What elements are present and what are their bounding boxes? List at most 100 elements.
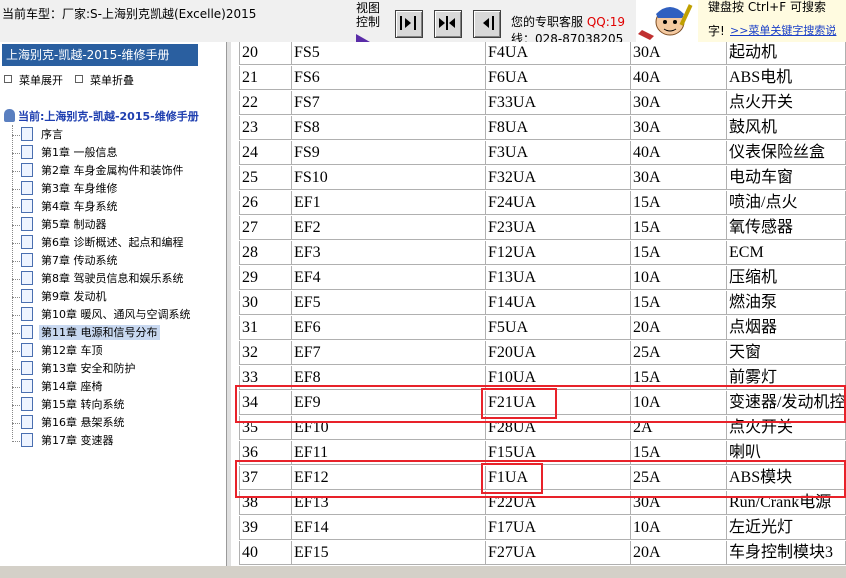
table-row: 32 EF7 F20UA 25A 天窗: [231, 341, 846, 366]
view-control-label[interactable]: 视图控制: [356, 1, 382, 29]
book-icon: [4, 109, 15, 122]
row-number-cell: 26: [239, 191, 292, 215]
status-bar: [0, 566, 846, 578]
circuit-name-cell: 鼓风机: [727, 116, 846, 140]
fuse-code-cell: F6UA: [486, 66, 631, 90]
fuse-id-cell: FS6: [292, 66, 486, 90]
tree-root[interactable]: 当前:上海别克-凯越-2015-维修手册: [4, 108, 199, 124]
fuse-id-cell: FS7: [292, 91, 486, 115]
tree-branch: [12, 206, 20, 208]
customer-service-label: 您的专职客服 QQ:19: [511, 13, 625, 30]
row-number-cell: 28: [239, 241, 292, 265]
document-icon: [21, 307, 33, 321]
chapter-item[interactable]: 第8章 驾驶员信息和娱乐系统: [12, 270, 186, 288]
chapter-item[interactable]: 第14章 座椅: [12, 378, 105, 396]
table-row: 30 EF5 F14UA 15A 燃油泵: [231, 291, 846, 316]
chapter-label: 第7章 传动系统: [41, 254, 118, 267]
amperage-cell: 10A: [631, 266, 727, 290]
table-row: 24 FS9 F3UA 40A 仪表保险丝盒: [231, 141, 846, 166]
fuse-id-cell: FS10: [292, 166, 486, 190]
document-icon: [21, 343, 33, 357]
view-control-arrow-icon[interactable]: [356, 34, 370, 42]
expand-menu-button[interactable]: 菜单展开: [4, 72, 63, 88]
document-icon: [21, 415, 33, 429]
tree-branch: [12, 440, 20, 442]
document-icon: [21, 235, 33, 249]
fuse-code-cell: F23UA: [486, 216, 631, 240]
fuse-code-highlight-box: [481, 463, 543, 494]
chapter-item[interactable]: 序言: [12, 126, 65, 144]
tree-branch: [12, 278, 20, 280]
tree-branch: [12, 170, 20, 172]
chapter-item[interactable]: 第17章 变速器: [12, 432, 116, 450]
row-number-cell: 40: [239, 541, 292, 565]
fuse-id-cell: EF3: [292, 241, 486, 265]
circuit-name-cell: 仪表保险丝盒: [727, 141, 846, 165]
fuse-id-cell: EF6: [292, 316, 486, 340]
collapse-label: 菜单折叠: [90, 74, 134, 87]
amperage-cell: 40A: [631, 141, 727, 165]
chapter-item[interactable]: 第9章 发动机: [12, 288, 109, 306]
document-icon: [21, 397, 33, 411]
mascot-image: [636, 0, 698, 42]
document-icon: [21, 289, 33, 303]
fuse-id-cell: FS5: [292, 42, 486, 65]
fuse-code-cell: F24UA: [486, 191, 631, 215]
fuse-id-cell: EF1: [292, 191, 486, 215]
tree-branch: [12, 260, 20, 262]
row-number-cell: 24: [239, 141, 292, 165]
chapter-item[interactable]: 第5章 制动器: [12, 216, 109, 234]
tree-branch: [12, 224, 20, 226]
keyword-search-link[interactable]: >>菜单关键字搜索说: [730, 22, 836, 38]
qq-contact[interactable]: QQ:19: [587, 15, 625, 29]
amperage-cell: 40A: [631, 66, 727, 90]
table-row: 29 EF4 F13UA 10A 压缩机: [231, 266, 846, 291]
chapter-item[interactable]: 第3章 车身维修: [12, 180, 120, 198]
chapter-item[interactable]: 第2章 车身金属构件和装饰件: [12, 162, 186, 180]
document-icon: [21, 271, 33, 285]
expand-label: 菜单展开: [19, 74, 63, 87]
table-row: 21 FS6 F6UA 40A ABS电机: [231, 66, 846, 91]
amperage-cell: 25A: [631, 341, 727, 365]
amperage-cell: 30A: [631, 42, 727, 65]
table-row: 31 EF6 F5UA 20A 点烟器: [231, 316, 846, 341]
table-row: 22 FS7 F33UA 30A 点火开关: [231, 91, 846, 116]
fuse-id-cell: EF15: [292, 541, 486, 565]
chapter-label: 第6章 诊断概述、起点和编程: [41, 236, 184, 249]
fuse-code-cell: F32UA: [486, 166, 631, 190]
circuit-name-cell: ABS电机: [727, 66, 846, 90]
collapse-icon: [75, 75, 83, 83]
chapter-item[interactable]: 第7章 传动系统: [12, 252, 120, 270]
expand-icon: [4, 75, 12, 83]
chapter-item[interactable]: 第11章 电源和信号分布: [12, 324, 160, 342]
chapter-item[interactable]: 第16章 悬架系统: [12, 414, 127, 432]
sidebar: 上海别克-凯越-2015-维修手册 菜单展开 菜单折叠 当前:上海别克-凯越-2…: [0, 42, 227, 566]
hide-sidebar-button[interactable]: [473, 10, 501, 38]
split-view-button[interactable]: [434, 10, 462, 38]
chapter-item[interactable]: 第1章 一般信息: [12, 144, 120, 162]
fuse-code-cell: F3UA: [486, 141, 631, 165]
chapter-item[interactable]: 第12章 车顶: [12, 342, 105, 360]
table-row: 40 EF15 F27UA 20A 车身控制模块3: [231, 541, 846, 566]
chapter-label: 第11章 电源和信号分布: [39, 325, 160, 340]
fuse-id-cell: EF7: [292, 341, 486, 365]
document-icon: [21, 217, 33, 231]
circuit-name-cell: 喷油/点火: [727, 191, 846, 215]
tree-branch: [12, 314, 20, 316]
row-number-cell: 39: [239, 516, 292, 540]
search-tip-line1: 键盘按 Ctrl+F 可搜索: [708, 0, 826, 14]
collapse-menu-button[interactable]: 菜单折叠: [75, 72, 134, 88]
chapter-item[interactable]: 第10章 暖风、通风与空调系统: [12, 306, 193, 324]
fuse-id-cell: EF4: [292, 266, 486, 290]
show-sidebar-button[interactable]: [395, 10, 423, 38]
chapter-item[interactable]: 第15章 转向系统: [12, 396, 127, 414]
fuse-code-cell: F4UA: [486, 42, 631, 65]
row-number-cell: 29: [239, 266, 292, 290]
row-number-cell: 22: [239, 91, 292, 115]
chapter-item[interactable]: 第4章 车身系统: [12, 198, 120, 216]
chapter-item[interactable]: 第13章 安全和防护: [12, 360, 138, 378]
chapter-label: 第9章 发动机: [41, 290, 107, 303]
fuse-code-cell: F13UA: [486, 266, 631, 290]
row-number-cell: 27: [239, 216, 292, 240]
chapter-item[interactable]: 第6章 诊断概述、起点和编程: [12, 234, 186, 252]
